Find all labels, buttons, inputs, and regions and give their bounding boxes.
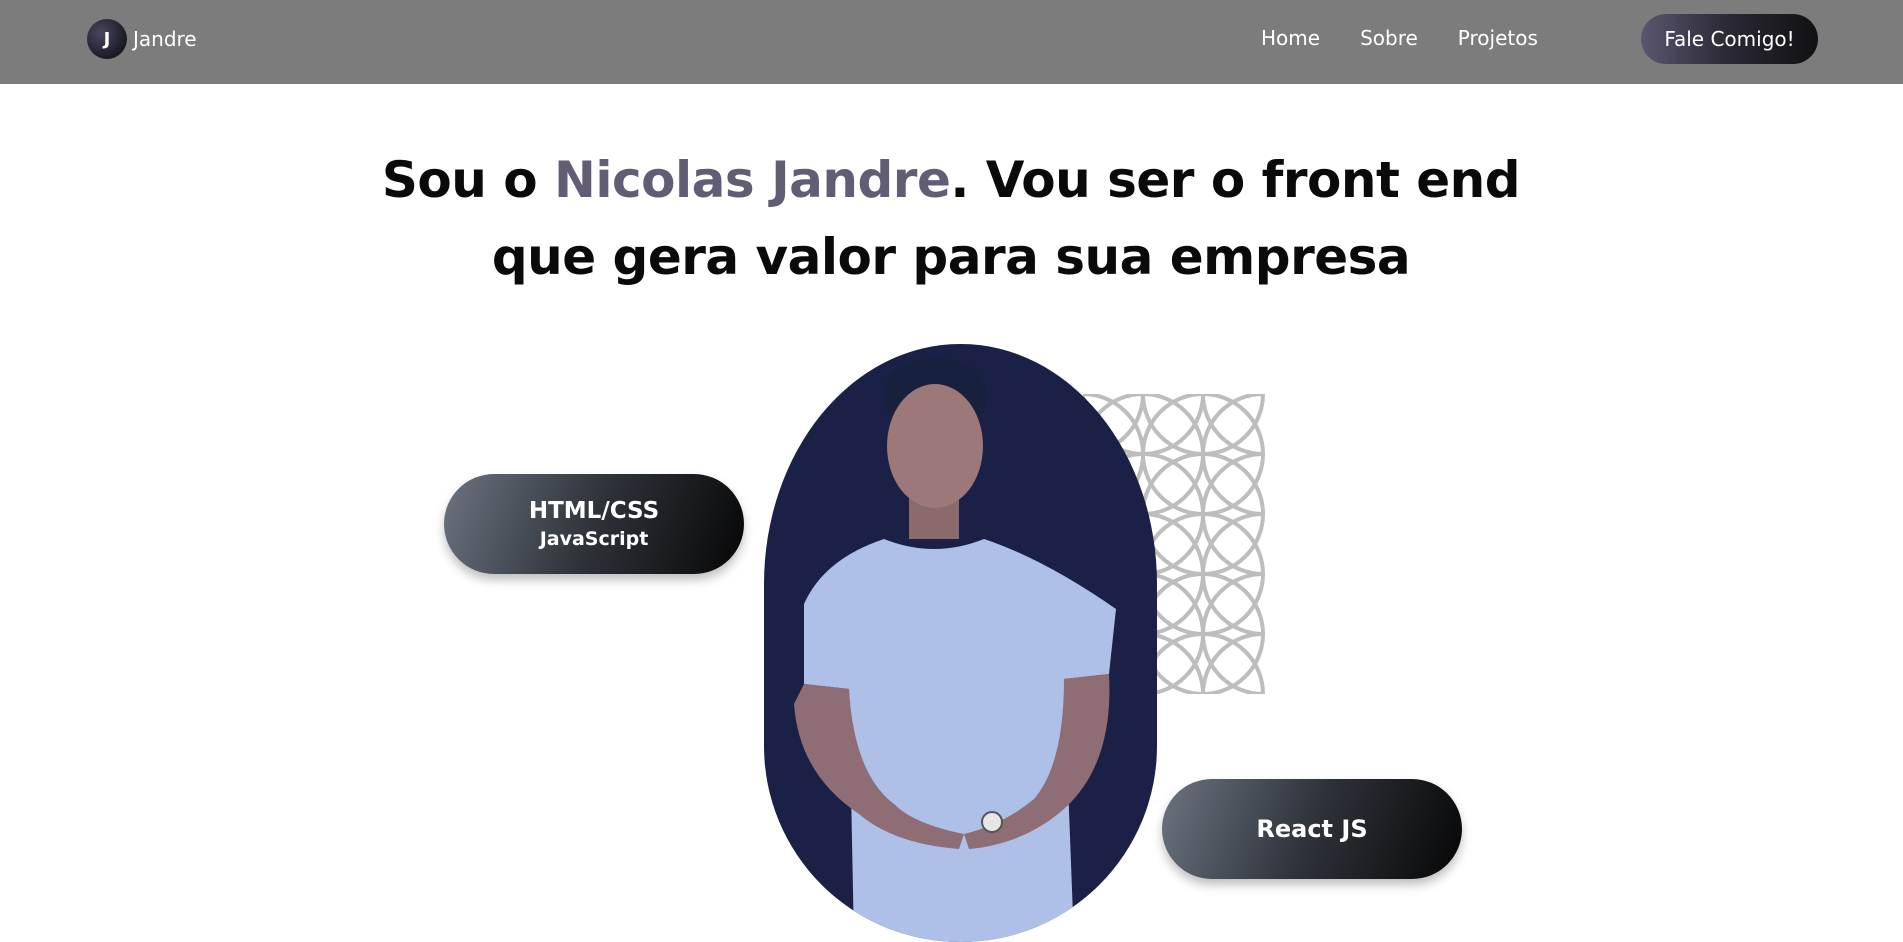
headline-prefix: Sou o bbox=[381, 151, 555, 209]
skill-pill-html-css-js: HTML/CSS JavaScript bbox=[444, 474, 744, 574]
skill-html-css: HTML/CSS bbox=[528, 498, 660, 524]
nav-link-sobre[interactable]: Sobre bbox=[1360, 26, 1418, 50]
brand-badge: J bbox=[87, 19, 127, 59]
brand-logo[interactable]: J Jandre bbox=[87, 19, 197, 59]
skill-react: React JS bbox=[1256, 815, 1368, 843]
headline-rest: . Vou ser o front end bbox=[950, 151, 1521, 209]
nav-links: Home Sobre Projetos bbox=[1261, 26, 1538, 50]
skill-javascript: JavaScript bbox=[539, 528, 649, 550]
headline-name: Nicolas Jandre bbox=[554, 151, 951, 209]
headline-line2: que gera valor para sua empresa bbox=[491, 228, 1411, 286]
hero-headline: Sou o Nicolas Jandre. Vou ser o front en… bbox=[351, 142, 1551, 296]
profile-photo bbox=[764, 344, 1157, 942]
contact-button[interactable]: Fale Comigo! bbox=[1641, 14, 1818, 64]
nav-link-home[interactable]: Home bbox=[1261, 26, 1320, 50]
skill-pill-react: React JS bbox=[1162, 779, 1462, 879]
nav-link-projetos[interactable]: Projetos bbox=[1458, 26, 1538, 50]
person-illustration bbox=[794, 358, 1116, 942]
navbar: J Jandre Home Sobre Projetos Fale Comigo… bbox=[0, 0, 1903, 84]
brand-name: Jandre bbox=[133, 27, 197, 51]
